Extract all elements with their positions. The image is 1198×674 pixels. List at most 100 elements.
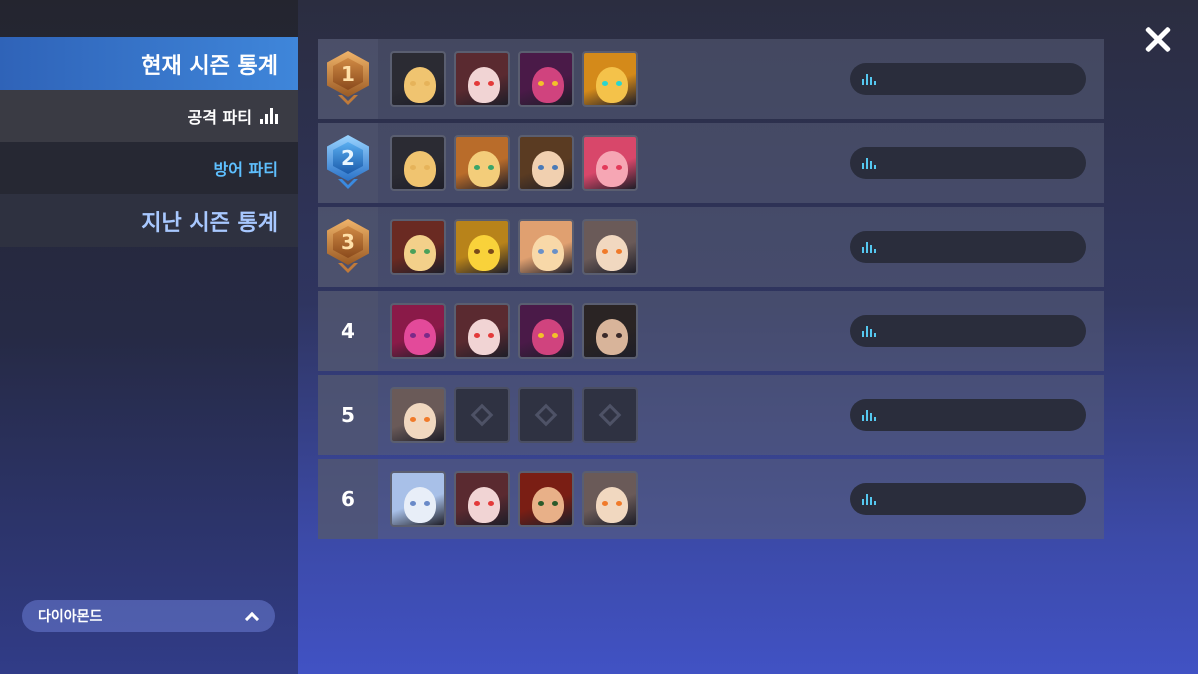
hero-face [468,235,500,271]
bar-chart-icon-bar [866,158,868,169]
hero-eye [602,501,608,506]
bar-chart-icon-bar [862,163,864,169]
hero-face [532,235,564,271]
hero-portrait-blonde-knight[interactable] [390,135,446,191]
sidebar: 현재 시즌 통계 공격 파티 방어 파티 지난 시즌 통계 다이아몬드 [0,0,298,674]
tier-select-value: 다이아몬드 [38,609,103,625]
tab-past-season[interactable]: 지난 시즌 통계 [0,194,298,247]
hero-eye [410,249,416,254]
bar-chart-icon-bar [862,331,864,337]
hero-eye [602,249,608,254]
hero-face [596,487,628,523]
party-portraits [390,303,638,359]
rank-cell: 3 [318,207,378,287]
bar-chart-icon-bar [866,326,868,337]
hero-portrait-blonde-knight[interactable] [390,51,446,107]
hero-face [532,319,564,355]
hero-eye [488,333,494,338]
empty-slot-icon [470,403,494,427]
rank-cell: 4 [318,291,378,371]
hero-portrait-light-blue-hair[interactable] [390,471,446,527]
hero-eye [474,249,480,254]
close-button[interactable] [1138,20,1178,60]
party-stats-button[interactable] [850,147,1086,179]
bar-chart-icon-bar [874,165,876,169]
tab-current-season[interactable]: 현재 시즌 통계 [0,37,298,90]
bar-chart-icon-bar [870,77,872,85]
rank-row: 3 [318,207,1104,287]
hero-portrait-dark-hair-man[interactable] [582,303,638,359]
hero-portrait-pink-hair-purple[interactable] [518,303,574,359]
hero-portrait-silver-hair-orange-eyes[interactable] [582,471,638,527]
hero-portrait-white-hair-red-eyes[interactable] [454,471,510,527]
hero-portrait-silver-hair-orange-eyes[interactable] [582,219,638,275]
hero-eye [602,165,608,170]
empty-slot[interactable] [454,387,510,443]
empty-slot[interactable] [582,387,638,443]
party-stats-button[interactable] [850,63,1086,95]
hero-eye [488,165,494,170]
bar-chart-icon [862,325,876,337]
hero-portrait-brown-hat[interactable] [518,135,574,191]
party-portraits [390,471,638,527]
rank-number: 5 [341,403,355,427]
hero-portrait-white-hair-red-eyes[interactable] [454,303,510,359]
hero-face [404,151,436,187]
hero-eye [602,81,608,86]
bar-chart-icon-bar [866,74,868,85]
hero-portrait-pink-hair-tiara[interactable] [582,135,638,191]
hero-eye [602,333,608,338]
party-stats-button[interactable] [850,231,1086,263]
tier-select[interactable]: 다이아몬드 [22,600,275,632]
hero-portrait-blonde-goggles[interactable] [582,51,638,107]
hero-eye [424,165,430,170]
hero-portrait-yellow-hair[interactable] [454,219,510,275]
hero-eye [410,417,416,422]
bar-chart-icon-bar [866,494,868,505]
hero-eye [616,165,622,170]
hero-face [468,151,500,187]
hero-eye [538,81,544,86]
hero-eye [552,249,558,254]
hero-eye [410,501,416,506]
hero-eye [552,165,558,170]
hero-face [404,487,436,523]
hero-portrait-blonde-ribbon[interactable] [390,219,446,275]
hero-face [468,319,500,355]
empty-slot[interactable] [518,387,574,443]
hero-eye [616,333,622,338]
party-stats-button[interactable] [850,483,1086,515]
bar-chart-icon-bar [874,417,876,421]
hero-portrait-blonde-smile[interactable] [518,219,574,275]
rank-row: 4 [318,291,1104,371]
hero-portrait-pink-hair-purple[interactable] [518,51,574,107]
bar-chart-icon [862,241,876,253]
hero-portrait-blonde-circlet[interactable] [454,135,510,191]
hero-eye [474,501,480,506]
hero-eye [552,333,558,338]
hero-eye [538,333,544,338]
hero-eye [474,333,480,338]
hero-eye [424,249,430,254]
hero-portrait-magenta-hair-rose[interactable] [390,303,446,359]
bar-chart-icon-bar [862,499,864,505]
bar-chart-icon-bar [870,329,872,337]
tab-past-season-label: 지난 시즌 통계 [141,210,278,236]
hero-portrait-white-hair-red-eyes[interactable] [454,51,510,107]
hero-face [468,67,500,103]
tab-attack-party[interactable]: 공격 파티 [0,90,298,142]
hero-face [468,487,500,523]
hero-face [404,67,436,103]
hero-portrait-red-hair[interactable] [518,471,574,527]
hero-eye [616,249,622,254]
hero-portrait-silver-hair-orange-eyes[interactable] [390,387,446,443]
rank-row: 1 [318,39,1104,119]
party-stats-button[interactable] [850,315,1086,347]
bar-chart-icon-bar [874,501,876,505]
tab-defense-party[interactable]: 방어 파티 [0,142,298,194]
rank-badge-icon: 3 [327,219,369,275]
hero-eye [424,333,430,338]
party-stats-button[interactable] [850,399,1086,431]
hero-face [596,235,628,271]
rank-row: 2 [318,123,1104,203]
